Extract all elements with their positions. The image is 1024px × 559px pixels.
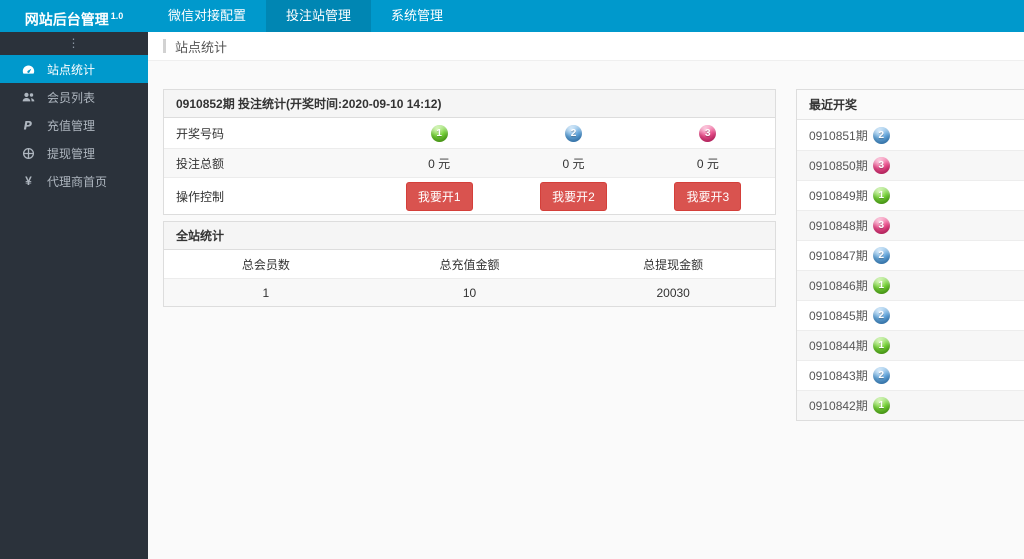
recent-draw-row: 0910850期 3 <box>797 150 1024 180</box>
recent-draw-row: 0910843期 2 <box>797 360 1024 390</box>
recent-draw-row: 0910844期 1 <box>797 330 1024 360</box>
top-header: 网站后台管理 1.0 微信对接配置 投注站管理 系统管理 <box>0 0 1024 32</box>
val-total-withdraw: 20030 <box>656 285 690 300</box>
draw-numbers-row: 开奖号码 1 2 3 <box>164 118 775 148</box>
site-stats-header-row: 总会员数 总充值金额 总提现金额 <box>164 250 775 278</box>
draw-period: 0910843期 <box>809 369 868 383</box>
draw-result-ball: 2 <box>872 126 890 144</box>
site-stats-value-row: 1 10 20030 <box>164 278 775 306</box>
sidebar-item-label: 充值管理 <box>47 118 96 133</box>
sidebar-item-label: 站点统计 <box>47 62 96 77</box>
sidebar-item-withdraw[interactable]: 提现管理 <box>0 139 148 167</box>
recent-draw-row: 0910845期 2 <box>797 300 1024 330</box>
draw-ball-2: 2 <box>564 124 582 142</box>
bet-amount-2: 0 元 <box>562 156 585 171</box>
users-icon <box>21 91 36 104</box>
svg-text:P: P <box>24 119 33 132</box>
breadcrumb: 站点统计 <box>148 32 1024 61</box>
recent-draws-title: 最近开奖 <box>797 90 1024 120</box>
recent-draw-row: 0910849期 1 <box>797 180 1024 210</box>
topnav-item-wechat-config[interactable]: 微信对接配置 <box>148 0 266 32</box>
topnav-item-system[interactable]: 系统管理 <box>371 0 463 32</box>
breadcrumb-accent <box>163 39 166 53</box>
draw-period: 0910848期 <box>809 219 868 233</box>
draw-result-ball: 2 <box>872 307 890 324</box>
draw-period: 0910850期 <box>809 159 868 173</box>
sidebar: ⋮ 站点统计 会员列表 P 充值管理 提现管理 ¥ 代理商首页 <box>0 32 148 559</box>
draw-ball-1: 1 <box>430 124 448 142</box>
col-total-recharge: 总充值金额 <box>439 257 500 272</box>
bet-stats-panel-title: 0910852期 投注统计(开奖时间:2020-09-10 14:12) <box>164 90 775 118</box>
site-stats-panel: 全站统计 总会员数 总充值金额 总提现金额 1 10 20030 <box>163 221 776 307</box>
admin-backend-screen: 网站后台管理1.0 微信对接配置 投注站管理 系统管理 ⋮ 站点统计 会员列表 <box>0 0 1024 559</box>
draw-result-ball: 2 <box>872 367 890 384</box>
draw-numbers-label: 开奖号码 <box>176 126 225 141</box>
app-title: 网站后台管理 <box>24 11 109 28</box>
bet-amount-label: 投注总额 <box>176 156 225 171</box>
main-area: 站点统计 0910852期 投注统计(开奖时间:2020-09-10 14:12… <box>148 32 1024 559</box>
draw-period: 0910847期 <box>809 249 868 263</box>
bet-amount-row: 投注总额 0 元 0 元 0 元 <box>164 148 775 177</box>
breadcrumb-label: 站点统计 <box>175 39 228 55</box>
recent-draws-list: 0910851期 2 0910850期 3 0910849期 1 0910848期 3 … <box>797 120 1024 420</box>
draw-period: 0910851期 <box>809 128 868 143</box>
col-total-members: 总会员数 <box>241 257 290 272</box>
bet-stats-panel: 0910852期 投注统计(开奖时间:2020-09-10 14:12) 开奖号… <box>163 89 776 215</box>
draw-result-ball: 1 <box>872 187 890 204</box>
top-nav: 微信对接配置 投注站管理 系统管理 <box>148 0 463 32</box>
draw-period: 0910846期 <box>809 279 868 293</box>
recent-draw-row: 0910846期 1 <box>797 270 1024 300</box>
control-label: 操作控制 <box>176 189 225 204</box>
sidebar-item-recharge[interactable]: P 充值管理 <box>0 111 148 139</box>
open-number-3-button[interactable]: 我要开3 <box>674 181 742 211</box>
globe-icon <box>21 147 36 160</box>
paypal-icon: P <box>21 119 36 132</box>
draw-result-ball: 2 <box>872 247 890 264</box>
recent-draw-row: 0910848期 3 <box>797 210 1024 240</box>
draw-ball-3: 3 <box>699 124 717 142</box>
recent-draw-row: 0910851期 2 <box>797 120 1024 150</box>
bet-amount-3: 0 元 <box>696 156 719 171</box>
val-total-members: 1 <box>262 285 270 300</box>
draw-period: 0910849期 <box>809 189 868 203</box>
site-stats-panel-title: 全站统计 <box>164 222 775 250</box>
draw-result-ball: 1 <box>872 337 890 354</box>
sidebar-item-label: 提现管理 <box>47 146 96 161</box>
recent-draw-row: 0910847期 2 <box>797 240 1024 270</box>
recent-draw-row: 0910842期 1 <box>797 390 1024 420</box>
right-column: 最近开奖 0910851期 2 0910850期 3 0910849期 1 09108… <box>796 89 1024 421</box>
topnav-item-bet-station[interactable]: 投注站管理 <box>266 0 372 32</box>
app-version: 1.0 <box>110 11 124 21</box>
draw-period: 0910842期 <box>809 399 868 413</box>
draw-period: 0910844期 <box>809 339 868 353</box>
col-total-withdraw: 总提现金额 <box>643 257 704 272</box>
draw-result-ball: 3 <box>872 217 890 234</box>
val-total-recharge: 10 <box>462 285 477 300</box>
open-number-1-button[interactable]: 我要开1 <box>405 181 473 211</box>
left-column: 0910852期 投注统计(开奖时间:2020-09-10 14:12) 开奖号… <box>163 89 776 313</box>
sidebar-item-label: 代理商首页 <box>47 174 108 189</box>
recent-draws-panel: 最近开奖 0910851期 2 0910850期 3 0910849期 1 09108… <box>796 89 1024 421</box>
bet-amount-1: 0 元 <box>428 156 451 171</box>
draw-result-ball: 1 <box>872 277 890 294</box>
sidebar-item-label: 会员列表 <box>47 90 96 105</box>
draw-result-ball: 3 <box>872 157 890 174</box>
sidebar-item-members[interactable]: 会员列表 <box>0 83 148 111</box>
sidebar-item-agent-home[interactable]: ¥ 代理商首页 <box>0 167 148 195</box>
draw-period: 0910845期 <box>809 309 868 323</box>
sidebar-item-site-stats[interactable]: 站点统计 <box>0 55 148 83</box>
sidebar-collapse-toggle[interactable]: ⋮ <box>0 32 148 55</box>
dashboard-icon <box>21 63 36 76</box>
control-row: 操作控制 我要开1 我要开2 我要开3 <box>164 177 775 214</box>
draw-result-ball: 1 <box>872 397 890 414</box>
app-logo: 网站后台管理 1.0 <box>0 0 148 32</box>
open-number-2-button[interactable]: 我要开2 <box>540 181 607 211</box>
yen-icon: ¥ <box>25 174 32 188</box>
